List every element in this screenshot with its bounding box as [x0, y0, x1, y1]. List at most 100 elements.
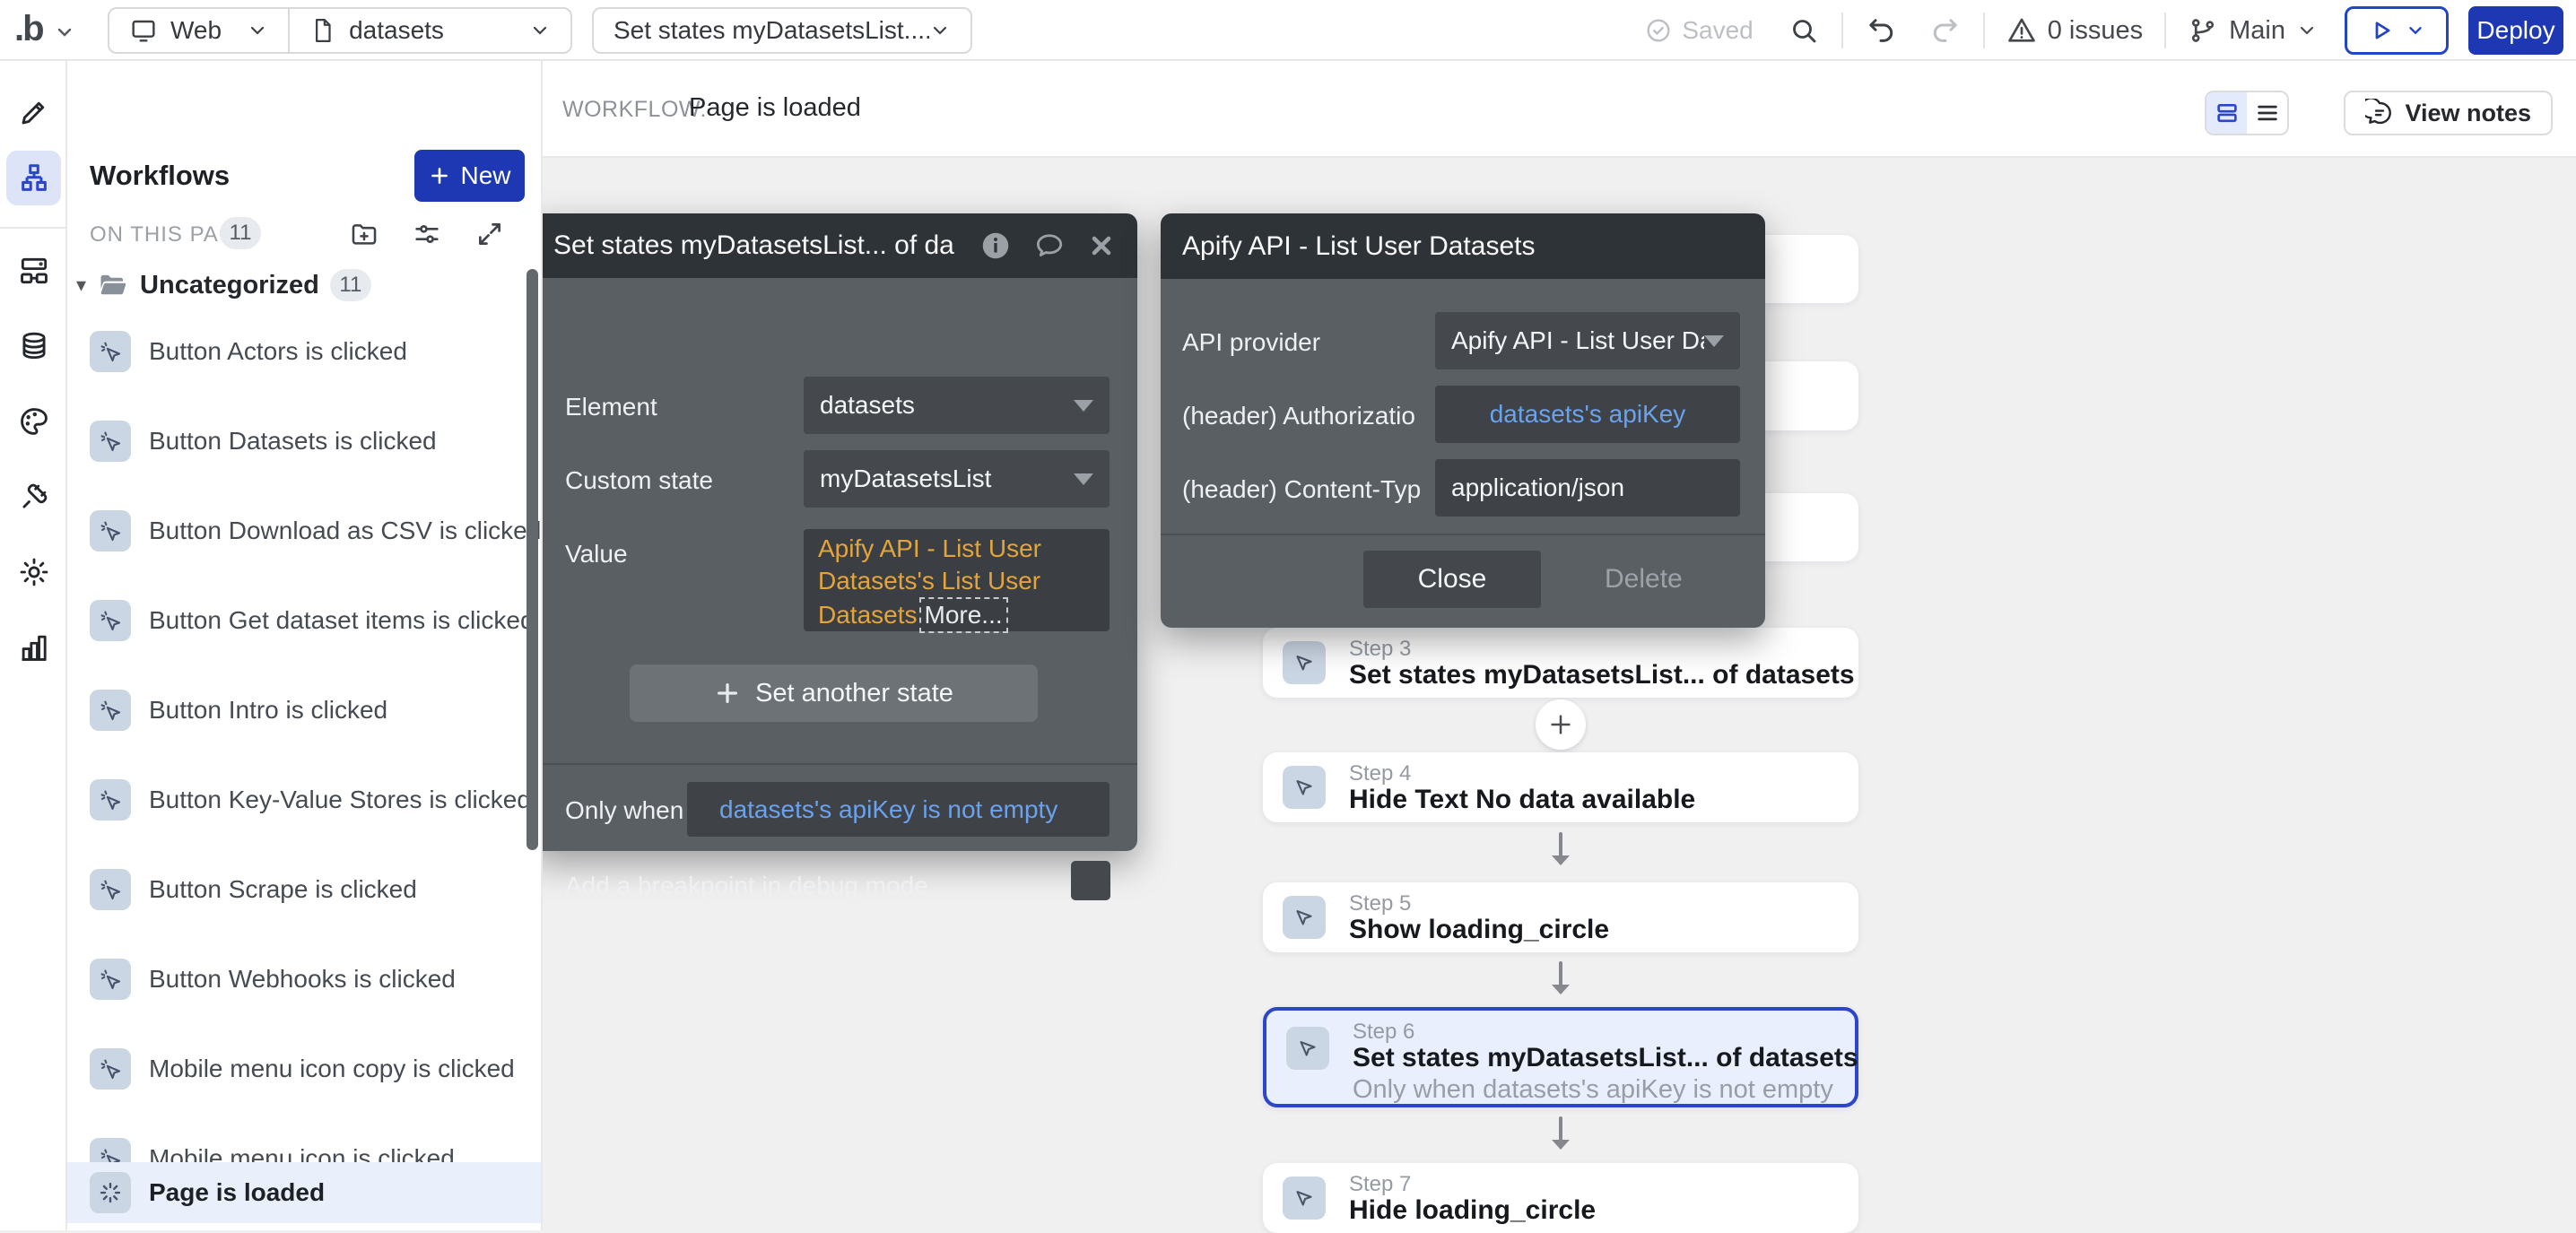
palette-icon: [17, 404, 51, 438]
workflow-select-dropdown[interactable]: Set states myDatasetsList.....: [592, 7, 972, 54]
step-title: Hide loading_circle: [1349, 1195, 1596, 1226]
data-tab[interactable]: [6, 318, 61, 373]
workflow-select-label: Set states myDatasetsList.....: [614, 16, 929, 45]
workflow-item-label: Button Download as CSV is clicked: [149, 517, 541, 545]
view-notes-button[interactable]: View notes: [2344, 91, 2553, 135]
search-icon[interactable]: [1788, 14, 1820, 47]
step-number: Step 6: [1353, 1020, 1414, 1045]
open-folder-icon: [97, 269, 129, 301]
content-type-label: (header) Content-Typ: [1182, 475, 1421, 504]
save-status: Saved: [1644, 16, 1753, 45]
caret-down-icon[interactable]: ▾: [76, 274, 86, 297]
dialog-body: API provider Apify API - List User Dat..…: [1161, 279, 1765, 628]
filter-sliders-icon[interactable]: [412, 219, 442, 249]
more-button[interactable]: More...: [919, 597, 1008, 633]
dialog-title-bar[interactable]: Apify API - List User Datasets: [1161, 213, 1765, 279]
cursor-click-icon: [90, 331, 131, 372]
step-card-5[interactable]: Step 5 Show loading_circle: [1263, 882, 1858, 952]
step-number: Step 5: [1349, 891, 1411, 916]
chevron-down-icon: [2296, 20, 2318, 41]
only-when-input[interactable]: datasets's apiKey is not empty: [687, 782, 1110, 837]
custom-state-select[interactable]: myDatasetsList: [804, 450, 1110, 508]
plugins-tab[interactable]: [6, 469, 61, 524]
workflow-item[interactable]: Button Datasets is clicked: [67, 411, 541, 472]
folder-uncategorized[interactable]: ▾ Uncategorized 11: [76, 269, 371, 301]
step-condition: Only when datasets's apiKey is not empty: [1353, 1075, 1833, 1105]
workflow-item[interactable]: Button Intro is clicked: [67, 680, 541, 741]
design-tab[interactable]: [6, 84, 61, 139]
panel-scrollbar-thumb[interactable]: [527, 269, 538, 850]
workflow-item[interactable]: Button Key-Value Stores is clicked: [67, 769, 541, 830]
cursor-click-icon: [90, 779, 131, 821]
workflow-tab[interactable]: [6, 151, 61, 205]
info-icon[interactable]: [979, 230, 1012, 262]
cursor-click-icon: [90, 421, 131, 462]
action-cursor-icon: [1283, 641, 1326, 684]
logo-menu-chevron-icon[interactable]: [54, 22, 75, 43]
step-number: Step 4: [1349, 761, 1411, 786]
content-type-input[interactable]: application/json: [1435, 459, 1740, 517]
api-provider-label: API provider: [1182, 328, 1320, 357]
api-provider-select[interactable]: Apify API - List User Dat...: [1435, 312, 1740, 369]
logs-tab[interactable]: [6, 620, 61, 674]
platform-dropdown[interactable]: Web: [109, 9, 288, 52]
platform-label: Web: [170, 16, 222, 45]
branch-selector[interactable]: Main: [2188, 15, 2318, 46]
redo-icon[interactable]: [1929, 14, 1962, 47]
styles-tab[interactable]: [6, 394, 61, 448]
step-card-7[interactable]: Step 7 Hide loading_circle: [1263, 1163, 1858, 1233]
folder-name: Uncategorized: [140, 271, 319, 300]
check-circle-icon: [1644, 16, 1673, 45]
folder-count-badge: 11: [330, 269, 371, 301]
preview-button[interactable]: [2345, 6, 2449, 55]
custom-state-label: Custom state: [565, 466, 713, 495]
auth-header-input[interactable]: datasets's apiKey: [1435, 386, 1740, 443]
workflow-item-selected[interactable]: Page is loaded: [67, 1162, 541, 1223]
list-view-toggle[interactable]: [2247, 92, 2287, 134]
issues-label: 0 issues: [2048, 16, 2143, 46]
workflow-item[interactable]: Button Get dataset items is clicked: [67, 590, 541, 651]
list-view-icon: [2254, 100, 2281, 126]
view-notes-label: View notes: [2405, 100, 2531, 127]
value-expression-input[interactable]: Apify API - List UserDatasets's List Use…: [804, 529, 1110, 631]
delete-button[interactable]: Delete: [1605, 564, 1683, 595]
step-number: Step 7: [1349, 1172, 1411, 1197]
connector-arrow-icon: [1545, 830, 1576, 873]
workflow-item[interactable]: Button Scrape is clicked: [67, 859, 541, 920]
step-card-6-selected[interactable]: Step 6 Set states myDatasetsList... of d…: [1263, 1007, 1858, 1107]
page-dropdown[interactable]: datasets: [288, 9, 570, 52]
chevron-down-icon: [1074, 400, 1093, 412]
deploy-button[interactable]: Deploy: [2468, 6, 2563, 55]
settings-tab[interactable]: [6, 544, 61, 599]
workflow-item[interactable]: Button Download as CSV is clicked: [67, 500, 541, 561]
element-select[interactable]: datasets: [804, 377, 1110, 434]
workflow-item-label: Button Get dataset items is clicked: [149, 606, 535, 635]
workflow-item-label: Button Intro is clicked: [149, 696, 387, 725]
reusables-tab[interactable]: [6, 243, 61, 298]
step-title: Show loading_circle: [1349, 915, 1609, 945]
add-step-button[interactable]: [1536, 699, 1586, 750]
issues-indicator[interactable]: 0 issues: [2006, 15, 2143, 46]
workflow-item[interactable]: Mobile menu icon copy is clicked: [67, 1038, 541, 1099]
close-button[interactable]: Close: [1363, 551, 1541, 608]
warning-triangle-icon: [2006, 15, 2037, 46]
close-icon[interactable]: [1087, 231, 1116, 260]
step-card-4[interactable]: Step 4 Hide Text No data available: [1263, 752, 1858, 822]
custom-state-value: myDatasetsList: [820, 465, 1074, 493]
breakpoint-checkbox[interactable]: [1071, 861, 1110, 900]
expression-text: Datasets: [818, 601, 918, 629]
dialog-title-bar[interactable]: Set states myDatasetsList... of da: [532, 213, 1137, 278]
workflow-item[interactable]: Button Actors is clicked: [67, 321, 541, 382]
step-card-3[interactable]: Step 3 Set states myDatasetsList... of d…: [1263, 628, 1858, 698]
set-another-state-button[interactable]: Set another state: [630, 664, 1038, 722]
bubble-logo[interactable]: .b: [14, 9, 43, 49]
top-bar: .b Web datasets Set states myDatasetsLis…: [0, 0, 2576, 61]
card-view-toggle[interactable]: [2206, 92, 2247, 134]
undo-icon[interactable]: [1865, 14, 1897, 47]
comment-icon[interactable]: [1033, 230, 1066, 262]
workflow-item[interactable]: Button Webhooks is clicked: [67, 949, 541, 1010]
new-folder-icon[interactable]: [349, 219, 379, 249]
auth-header-label: (header) Authorizatio: [1182, 402, 1415, 430]
new-workflow-button[interactable]: New: [414, 150, 525, 202]
expand-panel-icon[interactable]: [474, 219, 505, 249]
